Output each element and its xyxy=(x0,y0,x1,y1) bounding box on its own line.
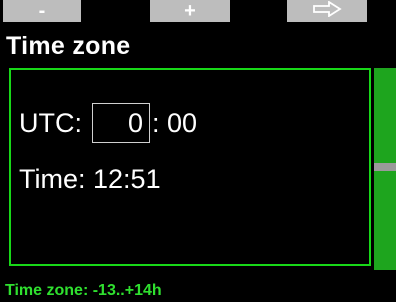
minus-softkey[interactable]: - xyxy=(3,0,81,22)
time-zone-screen: - + Time zone UTC: 0 : 00 Time: 12:51 Ti… xyxy=(0,0,396,302)
utc-hours-field[interactable]: 0 xyxy=(92,103,150,143)
minus-label: - xyxy=(38,0,46,22)
right-arrow-outline-icon xyxy=(312,0,342,21)
plus-label: + xyxy=(184,0,196,22)
time-value: 12:51 xyxy=(93,164,161,194)
utc-label: UTC: xyxy=(19,107,82,138)
scrollbar-thumb[interactable] xyxy=(374,163,396,171)
time-row: Time: 12:51 xyxy=(19,164,161,195)
next-softkey[interactable] xyxy=(287,0,367,22)
page-title: Time zone xyxy=(6,32,131,60)
utc-hours-value: 0 xyxy=(127,107,143,138)
plus-softkey[interactable]: + xyxy=(150,0,230,22)
range-hint: Time zone: -13..+14h xyxy=(5,282,162,299)
utc-row: UTC: 0 : 00 xyxy=(19,100,197,146)
time-label: Time: xyxy=(19,164,86,194)
utc-minutes-value: : 00 xyxy=(152,107,198,138)
scrollbar[interactable] xyxy=(374,68,396,270)
